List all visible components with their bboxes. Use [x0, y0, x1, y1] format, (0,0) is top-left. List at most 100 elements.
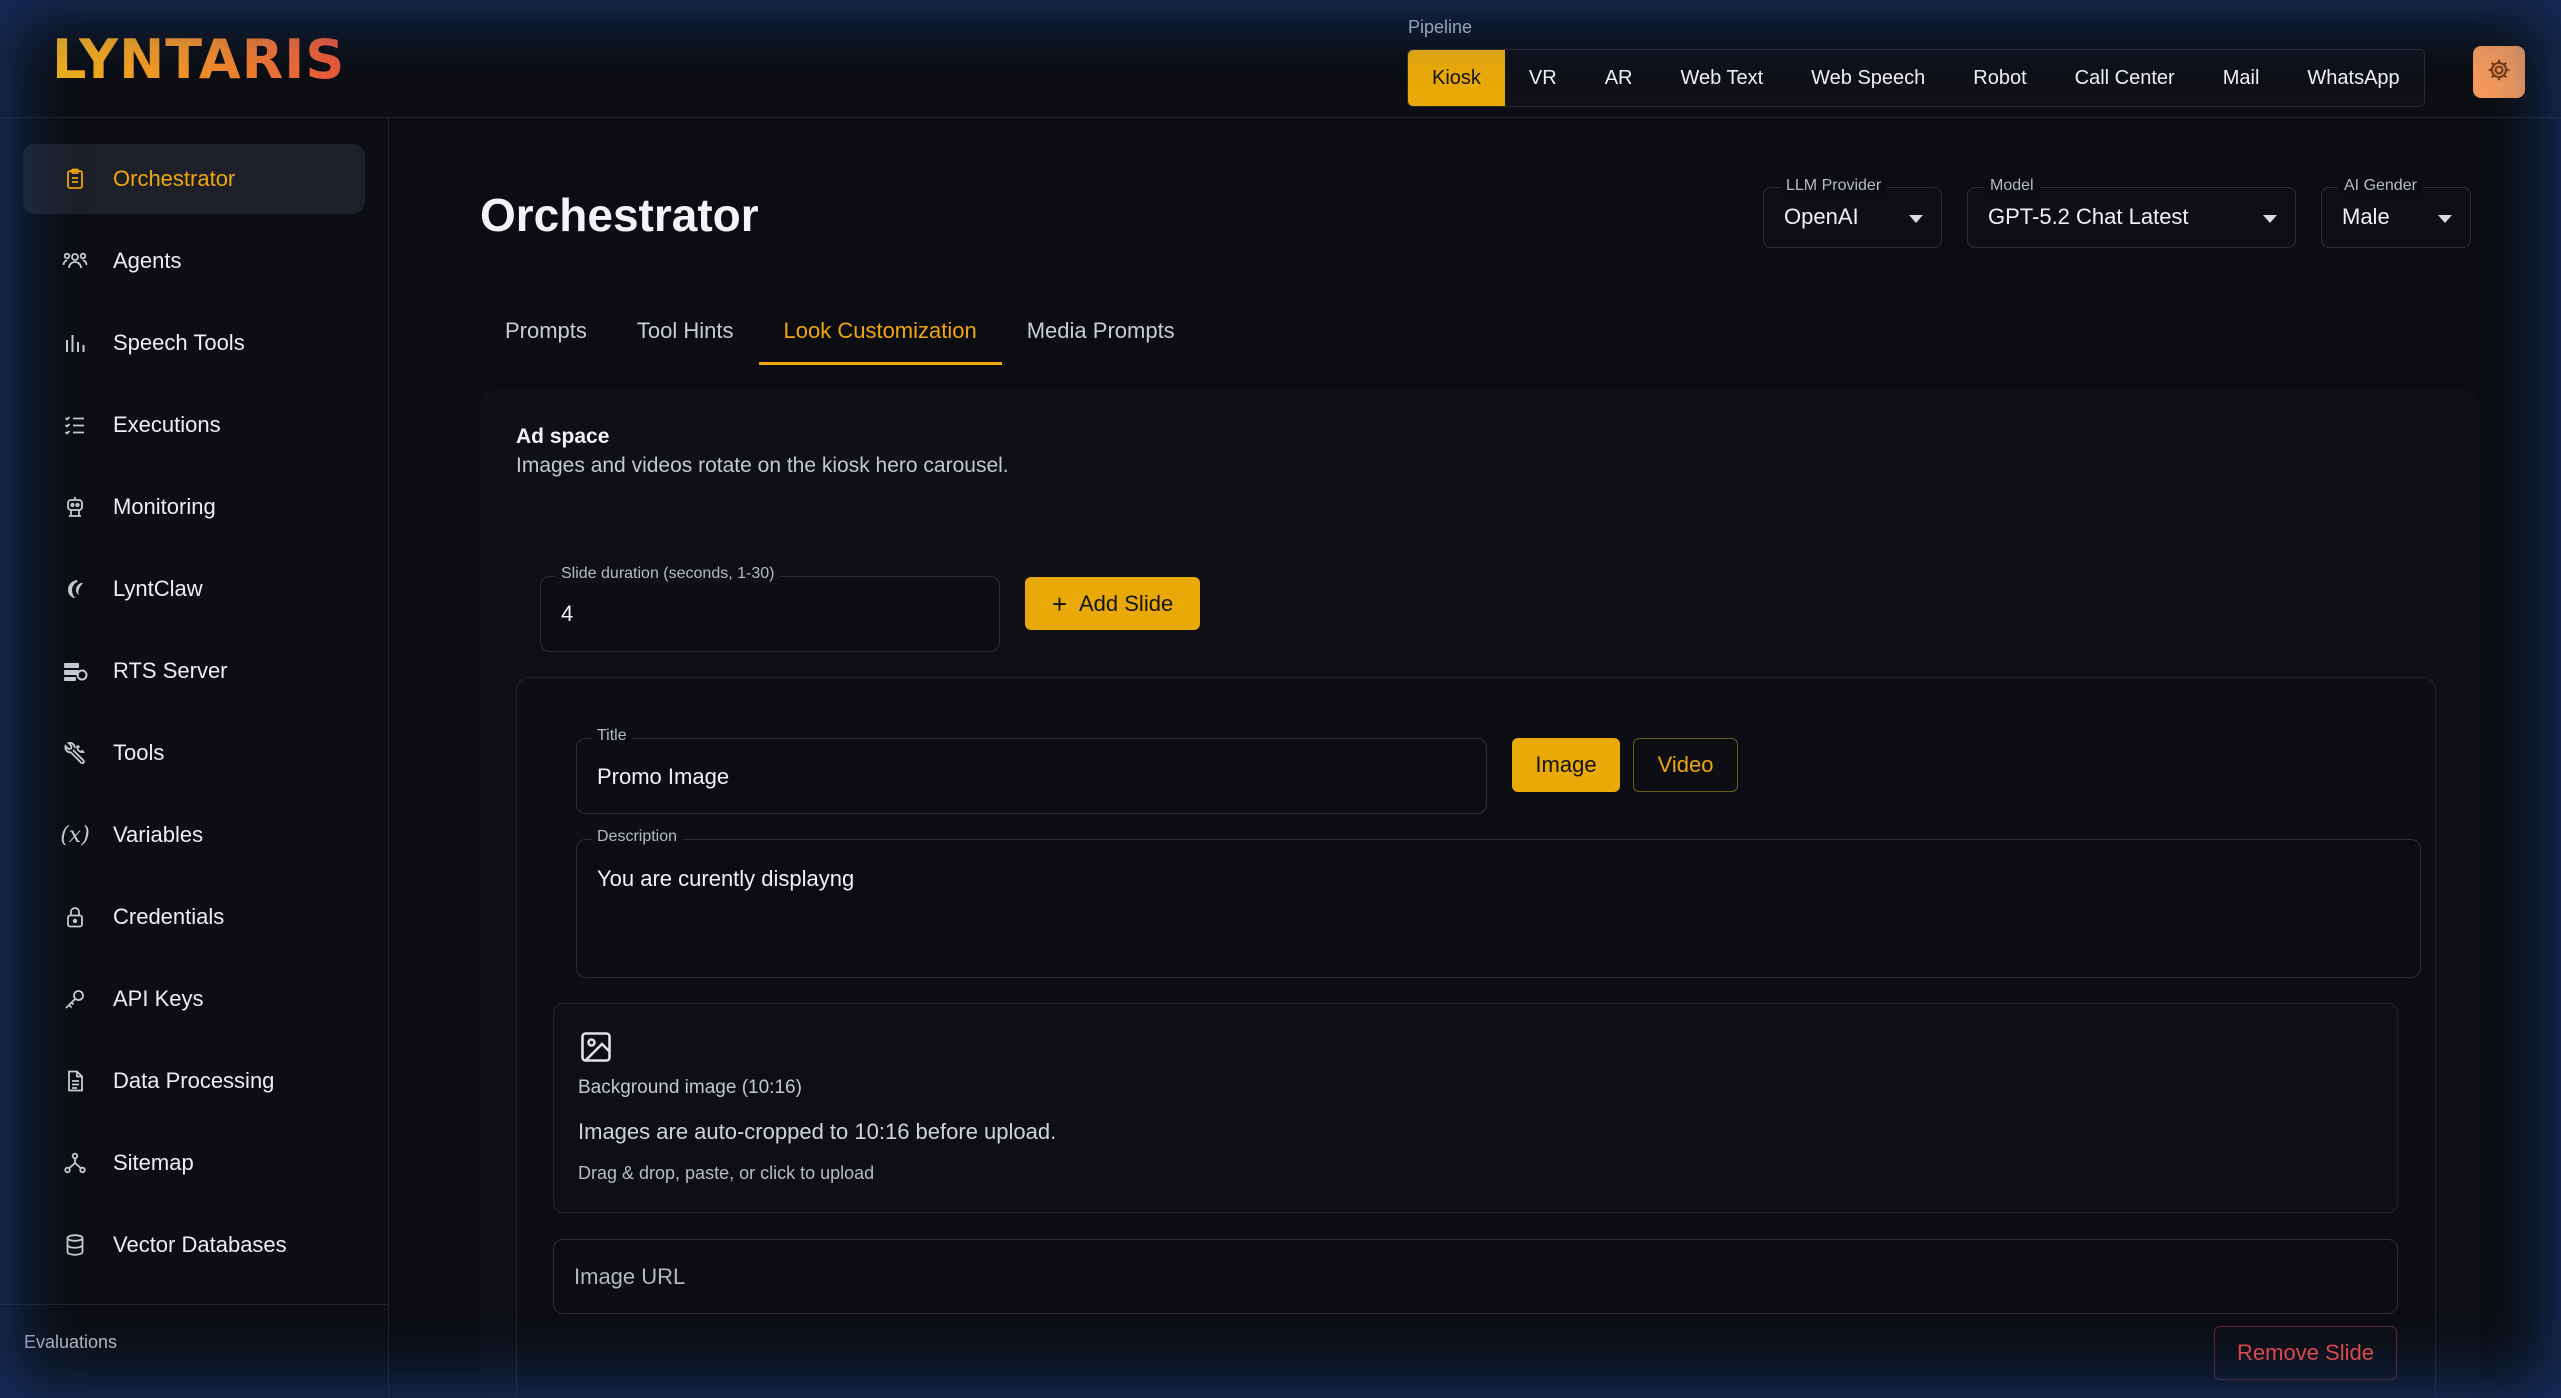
- sidebar-item-label: Speech Tools: [113, 330, 245, 355]
- sidebar-item-data-processing[interactable]: Data Processing: [23, 1046, 365, 1116]
- key-icon: [57, 981, 93, 1017]
- sidebar-item-label: Orchestrator: [113, 166, 236, 191]
- sidebar-item-label: Executions: [113, 412, 221, 437]
- sidebar-item-api-keys[interactable]: API Keys: [23, 964, 365, 1034]
- add-slide-label: Add Slide: [1079, 590, 1174, 616]
- lock-icon: [57, 899, 93, 935]
- pipeline-tab-vr[interactable]: VR: [1505, 50, 1581, 106]
- slide-duration-value: 4: [561, 601, 574, 626]
- sidebar-item-lyntclaw[interactable]: LyntClaw: [23, 554, 365, 624]
- page-title: Orchestrator: [480, 189, 759, 241]
- pipeline-label: Pipeline: [1408, 17, 1473, 37]
- chevron-down-icon: [2438, 215, 2452, 223]
- chevron-down-icon: [2263, 215, 2277, 223]
- slide-description-value: You are curently displayng: [597, 866, 855, 891]
- tab-media-prompts[interactable]: Media Prompts: [1002, 297, 1200, 365]
- bar-chart-icon: [57, 325, 93, 361]
- brand-logo[interactable]: LYNTARIS: [52, 28, 345, 91]
- model-label: Model: [1984, 177, 2040, 195]
- sidebar-item-monitoring[interactable]: Monitoring: [23, 472, 365, 542]
- tab-look-customization[interactable]: Look Customization: [758, 297, 1002, 365]
- content-tabs: Prompts Tool Hints Look Customization Me…: [480, 297, 1200, 365]
- top-bar: LYNTARIS Pipeline Kiosk VR AR Web Text W…: [0, 0, 2561, 118]
- ad-space-subtitle: Images and videos rotate on the kiosk he…: [516, 454, 1009, 477]
- sidebar-item-label: Credentials: [113, 904, 225, 929]
- sidebar-item-rts-server[interactable]: RTS Server: [23, 636, 365, 706]
- sidebar-item-label: RTS Server: [113, 658, 228, 683]
- sidebar-item-label: Tools: [113, 740, 165, 765]
- sidebar-item-agents[interactable]: Agents: [23, 226, 365, 296]
- gear-icon: [2486, 57, 2512, 88]
- model-value: GPT-5.2 Chat Latest: [1988, 204, 2189, 229]
- sidebar-item-speech-tools[interactable]: Speech Tools: [23, 308, 365, 378]
- sidebar-section-evaluations: Evaluations: [24, 1332, 118, 1352]
- pipeline-tab-ar[interactable]: AR: [1581, 50, 1657, 106]
- sidebar-item-label: Data Processing: [113, 1068, 275, 1093]
- background-image-hint: Drag & drop, paste, or click to upload: [578, 1163, 875, 1183]
- ai-gender-label: AI Gender: [2338, 177, 2423, 195]
- media-type-video-button[interactable]: Video: [1633, 738, 1738, 792]
- server-gear-icon: [57, 653, 93, 689]
- image-icon: [578, 1029, 614, 1070]
- sidebar-item-sitemap[interactable]: Sitemap: [23, 1128, 365, 1198]
- sidebar-item-label: API Keys: [113, 986, 204, 1011]
- sidebar-item-credentials[interactable]: Credentials: [23, 882, 365, 952]
- plus-icon: +: [1051, 588, 1067, 619]
- slide-description-label: Description: [591, 828, 684, 846]
- claw-icon: [57, 571, 93, 607]
- add-slide-button[interactable]: + Add Slide: [1025, 577, 1200, 630]
- ai-gender-select[interactable]: AI Gender Male: [2321, 177, 2471, 248]
- image-url-placeholder: Image URL: [574, 1264, 686, 1289]
- sidebar-item-label: Agents: [113, 248, 182, 273]
- pipeline-tab-whatsapp[interactable]: WhatsApp: [2283, 50, 2423, 106]
- variable-icon: (x): [60, 822, 90, 848]
- sidebar-item-label: Variables: [113, 822, 204, 847]
- sidebar-divider: [0, 1304, 389, 1305]
- sidebar-item-executions[interactable]: Executions: [23, 390, 365, 460]
- background-image-note: Images are auto-cropped to 10:16 before …: [578, 1119, 1057, 1144]
- pipeline-tab-kiosk[interactable]: Kiosk: [1408, 50, 1505, 106]
- pipeline-tab-call-center[interactable]: Call Center: [2051, 50, 2199, 106]
- slide-title-field[interactable]: Title Promo Image: [576, 727, 1487, 814]
- pipeline-tab-robot[interactable]: Robot: [1949, 50, 2050, 106]
- image-url-input[interactable]: Image URL: [553, 1239, 2398, 1314]
- tab-tool-hints[interactable]: Tool Hints: [612, 297, 759, 365]
- sidebar-item-label: Monitoring: [113, 494, 216, 519]
- sidebar: Orchestrator Agents Speech Tools Executi…: [0, 118, 389, 1398]
- sidebar-item-orchestrator[interactable]: Orchestrator: [23, 144, 365, 214]
- sidebar-item-label: LyntClaw: [113, 576, 203, 601]
- slide-duration-field[interactable]: Slide duration (seconds, 1-30) 4: [540, 565, 1000, 652]
- users-icon: [57, 243, 93, 279]
- sidebar-item-vector-databases[interactable]: Vector Databases: [23, 1210, 365, 1280]
- clipboard-icon: [57, 161, 93, 197]
- slide-title-value: Promo Image: [597, 764, 730, 789]
- media-type-image-button[interactable]: Image: [1512, 738, 1620, 792]
- llm-provider-label: LLM Provider: [1780, 177, 1888, 195]
- document-icon: [57, 1063, 93, 1099]
- robot-icon: [57, 489, 93, 525]
- pipeline-tab-web-text[interactable]: Web Text: [1657, 50, 1788, 106]
- llm-provider-select[interactable]: LLM Provider OpenAI: [1763, 177, 1942, 248]
- llm-provider-value: OpenAI: [1784, 204, 1859, 229]
- pipeline-tab-web-speech[interactable]: Web Speech: [1787, 50, 1949, 106]
- sidebar-item-variables[interactable]: (x) Variables: [23, 800, 365, 870]
- pipeline-tabs: Kiosk VR AR Web Text Web Speech Robot Ca…: [1407, 49, 2425, 107]
- slide-title-label: Title: [591, 727, 633, 745]
- sidebar-item-label: Vector Databases: [113, 1232, 287, 1257]
- chevron-down-icon: [1909, 215, 1923, 223]
- tab-prompts[interactable]: Prompts: [480, 297, 612, 365]
- sidebar-item-tools[interactable]: Tools: [23, 718, 365, 788]
- sitemap-icon: [57, 1145, 93, 1181]
- remove-slide-button[interactable]: Remove Slide: [2214, 1326, 2397, 1380]
- background-image-label: Background image (10:16): [578, 1077, 802, 1098]
- ad-space-title: Ad space: [516, 425, 610, 448]
- ai-gender-value: Male: [2342, 204, 2390, 229]
- list-check-icon: [57, 407, 93, 443]
- slide-duration-label: Slide duration (seconds, 1-30): [555, 565, 781, 583]
- slide-description-field[interactable]: Description You are curently displayng: [576, 828, 2421, 978]
- settings-button[interactable]: [2473, 46, 2525, 98]
- wrench-icon: [57, 735, 93, 771]
- database-icon: [57, 1227, 93, 1263]
- model-select[interactable]: Model GPT-5.2 Chat Latest: [1967, 177, 2296, 248]
- pipeline-tab-mail[interactable]: Mail: [2199, 50, 2284, 106]
